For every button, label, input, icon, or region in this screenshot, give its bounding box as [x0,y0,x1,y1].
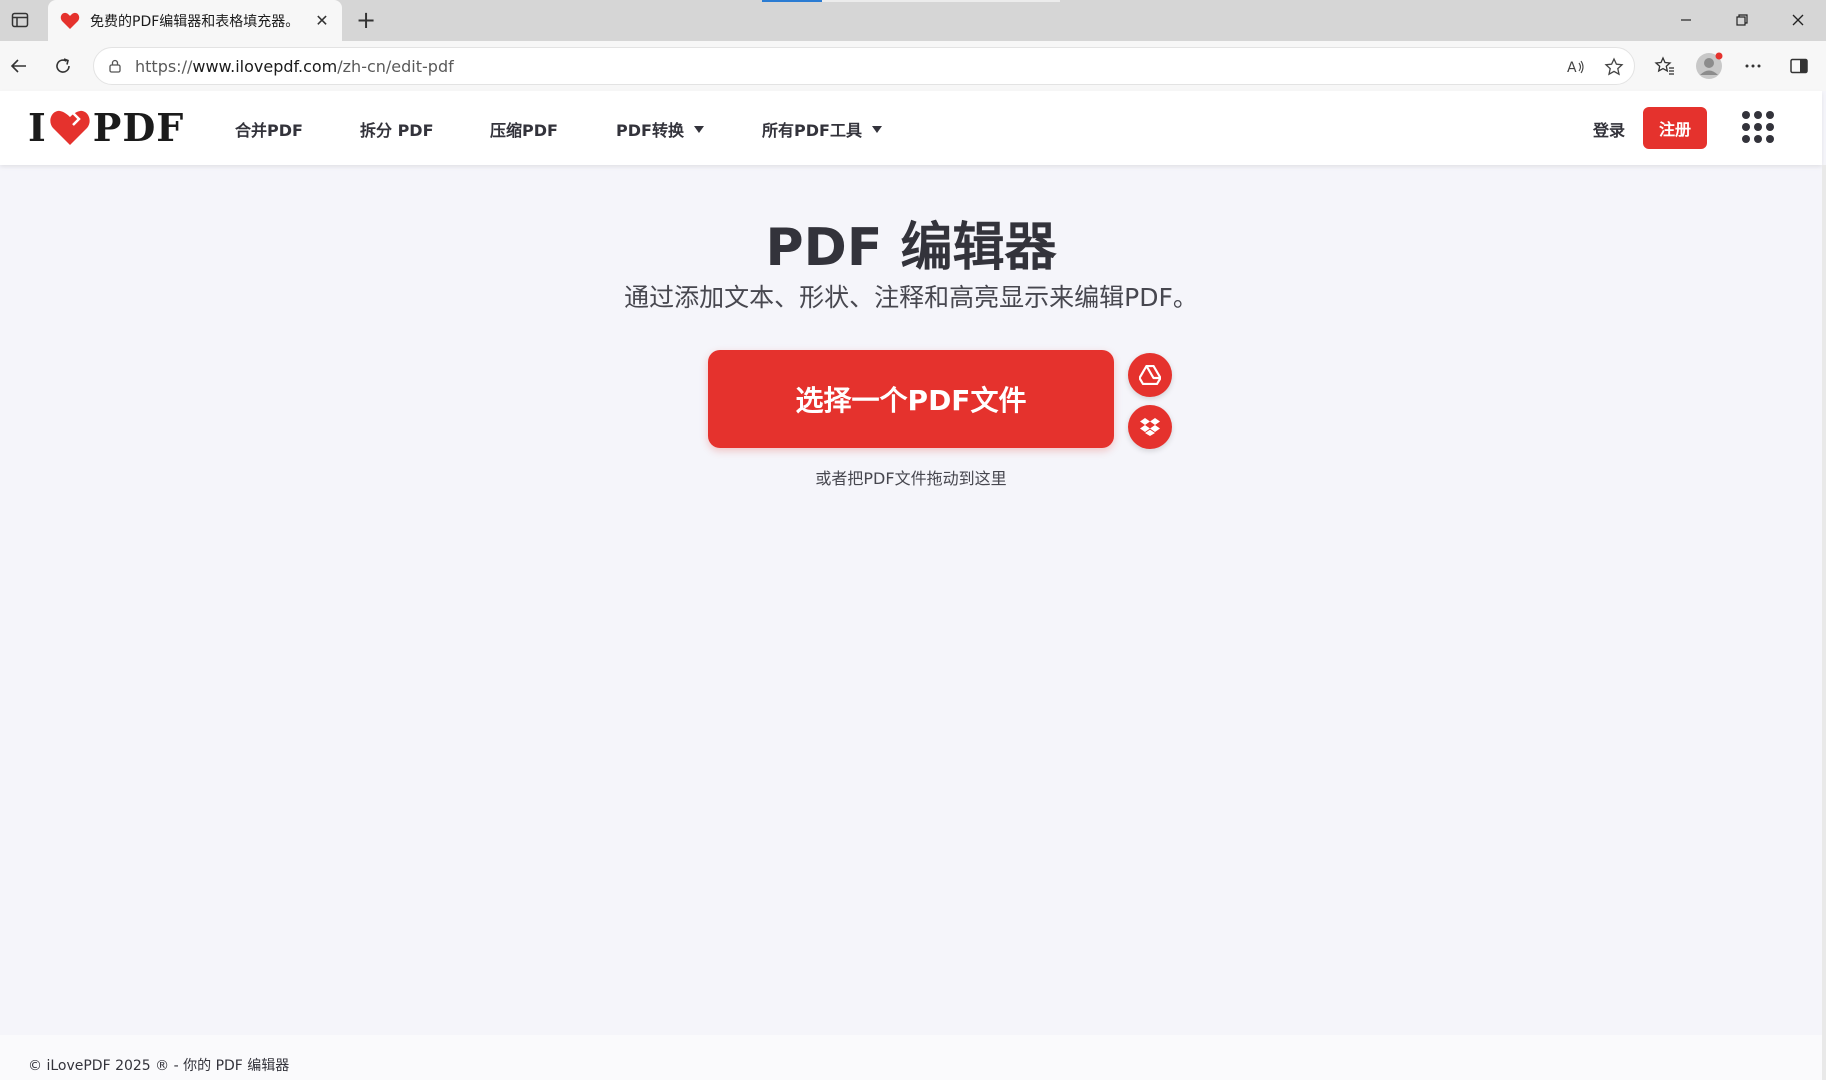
nav-merge-pdf[interactable]: 合并PDF [235,117,303,141]
main-content: PDF 编辑器 通过添加文本、形状、注释和高亮显示来编辑PDF。 选择一个PDF… [0,165,1822,1035]
dropbox-button[interactable] [1128,405,1172,449]
caret-down-icon [871,125,882,133]
nav-all-tools[interactable]: 所有PDF工具 [762,117,882,141]
minimize-icon[interactable] [1668,6,1704,34]
restore-icon[interactable] [1724,6,1760,34]
sidebar-toggle-icon[interactable] [1784,51,1814,81]
login-link[interactable]: 登录 [1593,117,1625,141]
dropbox-icon [1139,417,1161,437]
url-text[interactable]: https://www.ilovepdf.com/zh-cn/edit-pdf [135,57,454,76]
read-aloud-icon[interactable]: A [1564,55,1588,79]
browser-tabstrip: 免费的PDF编辑器和表格填充器。 ✕ + [0,0,1826,41]
page-scrollbar[interactable] [1822,165,1826,1080]
browser-toolbar: https://www.ilovepdf.com/zh-cn/edit-pdf … [0,41,1826,91]
google-drive-icon [1139,365,1161,385]
profile-avatar-icon[interactable] [1694,51,1724,81]
new-tab-icon[interactable]: + [353,6,379,34]
nav-split-pdf[interactable]: 拆分 PDF [360,117,434,141]
apps-grid-icon[interactable] [1742,111,1774,143]
loading-indicator [762,0,822,2]
page-title: PDF 编辑器 [765,218,1057,278]
heart-logo-icon [49,107,91,147]
back-arrow-icon[interactable] [4,51,34,81]
select-pdf-button[interactable]: 选择一个PDF文件 [708,350,1114,448]
svg-text:A: A [1567,60,1577,76]
more-options-icon[interactable] [1738,51,1768,81]
site-header: I PDF 合并PDF 拆分 PDF 压缩PDF PDF转换 所有PDF工具 登… [0,91,1822,165]
nav-compress-pdf[interactable]: 压缩PDF [490,117,558,141]
browser-tab-active[interactable]: 免费的PDF编辑器和表格填充器。 ✕ [48,0,342,41]
loading-track [822,0,1060,2]
nav-convert-pdf[interactable]: PDF转换 [616,117,704,141]
address-bar[interactable]: https://www.ilovepdf.com/zh-cn/edit-pdf … [93,47,1635,85]
tab-close-icon[interactable]: ✕ [312,10,332,30]
close-window-icon[interactable] [1780,6,1816,34]
site-footer: © iLovePDF 2025 ® - 你的 PDF 编辑器 [0,1035,1822,1080]
ilovepdf-logo[interactable]: I PDF [28,105,184,150]
google-drive-button[interactable] [1128,353,1172,397]
favorite-star-icon[interactable] [1602,55,1626,79]
site-info-lock-icon[interactable] [106,57,124,75]
refresh-icon[interactable] [48,51,78,81]
favorites-icon[interactable] [1650,51,1680,81]
drop-hint: 或者把PDF文件拖动到这里 [815,469,1007,488]
caret-down-icon [693,125,704,133]
tab-title: 免费的PDF编辑器和表格填充器。 [90,13,300,30]
signup-button[interactable]: 注册 [1643,107,1707,149]
tab-actions-icon[interactable] [8,8,32,32]
footer-copyright: © iLovePDF 2025 ® - 你的 PDF 编辑器 [28,1058,290,1074]
ilovepdf-favicon-icon [60,11,80,31]
page-subtitle: 通过添加文本、形状、注释和高亮显示来编辑PDF。 [624,283,1198,312]
